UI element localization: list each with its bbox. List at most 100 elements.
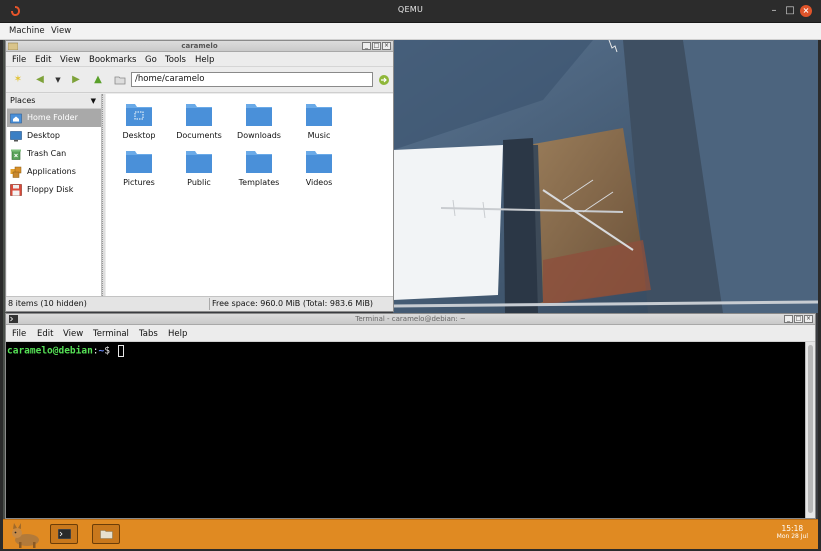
menu-view[interactable]: View bbox=[63, 329, 83, 339]
file-manager-toolbar: ✶ ◀ ▼ ▶ ▲ /home/caramelo bbox=[6, 67, 393, 93]
pane-splitter[interactable] bbox=[102, 94, 105, 296]
clock-date: Mon 28 Jul bbox=[776, 533, 808, 540]
sidebar-item-floppy-disk[interactable]: Floppy Disk bbox=[7, 181, 101, 199]
file-item-documents[interactable]: Documents bbox=[169, 96, 229, 142]
folder-icon bbox=[306, 104, 332, 126]
menu-view[interactable]: View bbox=[60, 55, 80, 65]
file-label: Documents bbox=[176, 131, 222, 140]
close-button[interactable]: × bbox=[804, 315, 813, 323]
applications-icon bbox=[10, 166, 22, 178]
terminal-titlebar[interactable]: Terminal - caramelo@debian: ~ _ □ × bbox=[6, 314, 815, 325]
back-arrow-icon[interactable]: ◀ bbox=[34, 74, 46, 86]
host-window-title: QEMU bbox=[397, 5, 424, 14]
status-item-count: 8 items (10 hidden) bbox=[8, 299, 87, 308]
file-item-music[interactable]: Music bbox=[289, 96, 349, 142]
start-menu-dog-icon[interactable] bbox=[7, 522, 43, 548]
file-label: Desktop bbox=[122, 131, 156, 140]
menu-help[interactable]: Help bbox=[195, 55, 214, 65]
go-arrow-icon[interactable] bbox=[378, 74, 390, 86]
menu-tabs[interactable]: Tabs bbox=[139, 329, 158, 339]
scrollbar-thumb[interactable] bbox=[808, 345, 813, 513]
file-item-templates[interactable]: Templates bbox=[229, 143, 289, 189]
menu-file[interactable]: File bbox=[12, 55, 26, 65]
file-item-public[interactable]: Public bbox=[169, 143, 229, 189]
places-sidebar: Places ▼ Home Folder Desktop Trash Can A… bbox=[7, 94, 102, 296]
file-manager-window-buttons: _ □ × bbox=[362, 42, 391, 50]
menu-file[interactable]: File bbox=[12, 329, 26, 339]
menu-go[interactable]: Go bbox=[145, 55, 157, 65]
sidebar-item-label: Home Folder bbox=[27, 113, 78, 122]
file-manager-window: caramelo _ □ × File Edit View Bookmarks … bbox=[5, 40, 394, 312]
menu-help[interactable]: Help bbox=[168, 329, 187, 339]
menu-tools[interactable]: Tools bbox=[165, 55, 186, 65]
taskbar-clock[interactable]: 15:18 Mon 28 Jul bbox=[777, 524, 808, 540]
folder-icon bbox=[126, 151, 152, 173]
shell-prompt: caramelo@debian:~$ bbox=[7, 345, 124, 357]
file-manager-titlebar[interactable]: caramelo _ □ × bbox=[6, 41, 393, 52]
file-label: Public bbox=[187, 178, 211, 187]
floppy-icon bbox=[10, 184, 22, 196]
terminal-title: Terminal - caramelo@debian: ~ bbox=[355, 315, 466, 323]
file-item-desktop[interactable]: Desktop bbox=[109, 96, 169, 142]
folder-icon[interactable] bbox=[114, 74, 126, 86]
sidebar-item-label: Floppy Disk bbox=[27, 185, 74, 194]
host-minimize-button[interactable]: – bbox=[768, 5, 780, 17]
folder-icon bbox=[246, 104, 272, 126]
file-item-downloads[interactable]: Downloads bbox=[229, 96, 289, 142]
qemu-window: QEMU – □ × Machine View caramelo _ □ × F… bbox=[0, 0, 821, 551]
folder-icon bbox=[306, 151, 332, 173]
prompt-symbol: $ bbox=[104, 345, 110, 357]
status-free-space: Free space: 960.0 MiB (Total: 983.6 MiB) bbox=[209, 298, 373, 310]
maximize-button[interactable]: □ bbox=[372, 42, 381, 50]
sidebar-item-label: Trash Can bbox=[27, 149, 67, 158]
desktop-icon bbox=[10, 131, 22, 142]
places-header[interactable]: Places ▼ bbox=[7, 94, 101, 109]
text-cursor bbox=[117, 345, 124, 357]
guest-display: caramelo _ □ × File Edit View Bookmarks … bbox=[3, 40, 818, 549]
file-manager-statusbar: 8 items (10 hidden) Free space: 960.0 Mi… bbox=[6, 296, 393, 311]
forward-arrow-icon[interactable]: ▶ bbox=[70, 74, 82, 86]
sidebar-item-home-folder[interactable]: Home Folder bbox=[7, 109, 101, 127]
host-menu-view[interactable]: View bbox=[51, 26, 71, 36]
file-item-pictures[interactable]: Pictures bbox=[109, 143, 169, 189]
clock-time: 15:18 bbox=[781, 524, 804, 533]
chevron-down-icon[interactable]: ▼ bbox=[91, 97, 96, 105]
folder-icon bbox=[186, 104, 212, 126]
maximize-button[interactable]: □ bbox=[794, 315, 803, 323]
sidebar-item-trash-can[interactable]: Trash Can bbox=[7, 145, 101, 163]
minimize-button[interactable]: _ bbox=[362, 42, 371, 50]
host-close-button[interactable]: × bbox=[800, 5, 812, 17]
folder-icon bbox=[100, 530, 113, 539]
new-window-icon[interactable]: ✶ bbox=[12, 74, 24, 86]
sidebar-item-applications[interactable]: Applications bbox=[7, 163, 101, 181]
history-dropdown-icon[interactable]: ▼ bbox=[52, 74, 64, 86]
taskbar: 15:18 Mon 28 Jul bbox=[3, 519, 818, 549]
host-menu-machine[interactable]: Machine bbox=[9, 26, 45, 36]
file-label: Pictures bbox=[123, 178, 155, 187]
places-label: Places bbox=[10, 96, 36, 105]
host-maximize-button[interactable]: □ bbox=[784, 5, 796, 17]
file-item-videos[interactable]: Videos bbox=[289, 143, 349, 189]
terminal-scrollbar[interactable] bbox=[805, 342, 815, 518]
trash-icon bbox=[11, 149, 21, 160]
menu-terminal[interactable]: Terminal bbox=[93, 329, 129, 339]
taskbar-file-manager-button[interactable] bbox=[92, 524, 120, 544]
sidebar-item-desktop[interactable]: Desktop bbox=[7, 127, 101, 145]
terminal-window-buttons: _ □ × bbox=[784, 315, 813, 323]
up-arrow-icon[interactable]: ▲ bbox=[92, 74, 104, 86]
path-input[interactable]: /home/caramelo bbox=[131, 72, 373, 87]
host-titlebar: QEMU – □ × bbox=[0, 0, 821, 23]
menu-bookmarks[interactable]: Bookmarks bbox=[89, 55, 137, 65]
host-menubar: Machine View bbox=[0, 23, 821, 40]
taskbar-terminal-button[interactable] bbox=[50, 524, 78, 544]
file-manager-menubar: File Edit View Bookmarks Go Tools Help bbox=[6, 52, 393, 67]
menu-edit[interactable]: Edit bbox=[35, 55, 51, 65]
file-label: Music bbox=[307, 131, 331, 140]
minimize-button[interactable]: _ bbox=[784, 315, 793, 323]
menu-edit[interactable]: Edit bbox=[37, 329, 53, 339]
terminal-screen[interactable]: caramelo@debian:~$ bbox=[6, 342, 806, 518]
close-button[interactable]: × bbox=[382, 42, 391, 50]
desktop-folder-icon bbox=[126, 104, 152, 126]
desktop-wallpaper bbox=[393, 40, 818, 313]
home-folder-icon bbox=[10, 113, 22, 124]
